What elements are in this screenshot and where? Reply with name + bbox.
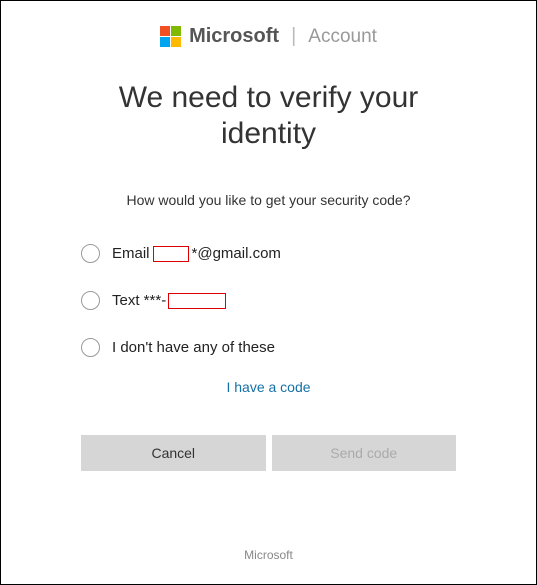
option-email-label: Email *@gmail.com (112, 245, 281, 262)
radio-icon (81, 291, 100, 310)
radio-icon (81, 244, 100, 263)
option-none-label: I don't have any of these (112, 339, 275, 356)
masked-input-icon (168, 293, 226, 309)
cancel-button[interactable]: Cancel (81, 435, 266, 471)
header-account: Account (308, 26, 377, 48)
email-prefix: Email (112, 245, 150, 262)
option-none[interactable]: I don't have any of these (81, 338, 456, 357)
option-text[interactable]: Text ***- (81, 291, 456, 310)
footer: Microsoft (1, 526, 536, 584)
prompt-text: How would you like to get your security … (126, 192, 410, 208)
header-divider: | (291, 25, 296, 48)
header: Microsoft | Account (1, 1, 536, 58)
send-code-button[interactable]: Send code (272, 435, 457, 471)
main-content: We need to verify your identity How woul… (1, 58, 536, 526)
page-title: We need to verify your identity (81, 80, 456, 152)
text-prefix: Text ***- (112, 292, 166, 309)
option-text-label: Text ***- (112, 292, 226, 309)
masked-input-icon (153, 246, 189, 262)
have-code-link[interactable]: I have a code (226, 379, 310, 395)
email-suffix: *@gmail.com (192, 245, 281, 262)
microsoft-logo-icon (160, 26, 181, 47)
option-email[interactable]: Email *@gmail.com (81, 244, 456, 263)
button-row: Cancel Send code (81, 435, 456, 471)
options-group: Email *@gmail.com Text ***- I don't have… (81, 244, 456, 357)
radio-icon (81, 338, 100, 357)
brand-name: Microsoft (189, 25, 279, 48)
